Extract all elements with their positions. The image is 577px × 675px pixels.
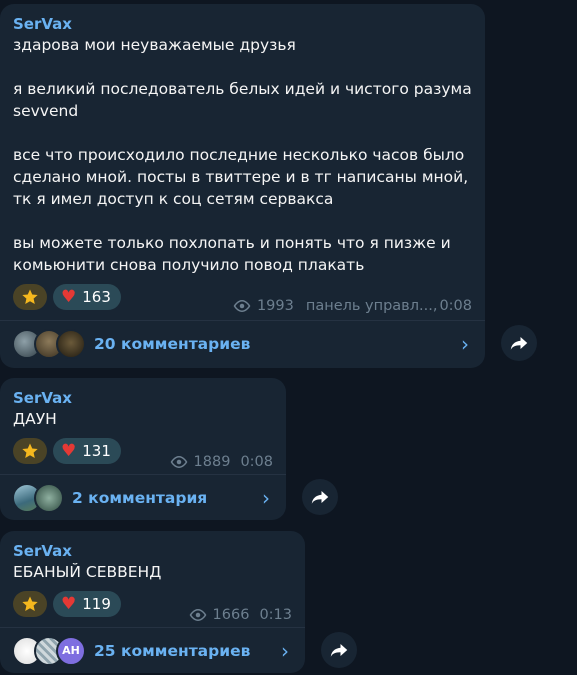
- view-count: 1993: [256, 298, 294, 314]
- reactions-row: ♥ 131 1889 0:08: [13, 438, 273, 470]
- comments-count-label: 25 комментариев: [94, 641, 251, 660]
- star-reaction[interactable]: [13, 591, 47, 617]
- post-time: 0:08: [240, 454, 273, 470]
- view-count: 1889: [193, 454, 231, 470]
- avatar: [34, 482, 64, 513]
- comments-button[interactable]: 2 комментария ›: [0, 475, 286, 520]
- post-text: ДАУН: [13, 410, 57, 428]
- share-button[interactable]: [302, 479, 338, 515]
- avatar: AH: [56, 635, 86, 666]
- reactions-row: ♥ 163 1993 панель управл..., 0:08: [13, 284, 472, 314]
- post-time: 0:08: [439, 298, 472, 314]
- post-time: 0:13: [259, 607, 292, 623]
- heart-reaction[interactable]: ♥ 163: [53, 284, 121, 310]
- post-author[interactable]: SerVax: [13, 14, 472, 34]
- commenter-avatars: [12, 329, 86, 359]
- post-text: здарова мои неуважаемые друзья я великий…: [13, 36, 472, 274]
- star-icon: [22, 289, 38, 304]
- comments-button[interactable]: AH 25 комментариев ›: [0, 628, 305, 673]
- reactions-row: ♥ 119 1666 0:13: [13, 591, 292, 623]
- comments-count-label: 2 комментария: [72, 488, 208, 507]
- star-reaction[interactable]: [13, 438, 47, 464]
- share-arrow-icon: [330, 644, 348, 657]
- share-button[interactable]: [321, 632, 357, 668]
- star-icon: [22, 596, 38, 611]
- channel-post: SerVax ДАУН ♥ 131 1889 0:08 2 комментари…: [0, 378, 286, 520]
- post-meta: 1666 0:13: [189, 607, 292, 623]
- chevron-right-icon: ›: [262, 485, 270, 510]
- share-arrow-icon: [311, 491, 329, 504]
- heart-icon: ♥: [61, 440, 77, 461]
- commenter-avatars: AH: [12, 635, 86, 666]
- heart-reaction[interactable]: ♥ 131: [53, 438, 121, 464]
- reaction-count: 163: [82, 288, 111, 306]
- post-meta: 1889 0:08: [170, 454, 273, 470]
- view-count: 1666: [212, 607, 250, 623]
- reaction-count: 131: [82, 442, 111, 460]
- channel-post: SerVax ЕБАНЫЙ СЕВВЕНД ♥ 119 1666 0:13 AH: [0, 531, 305, 673]
- avatar: [56, 329, 86, 359]
- avatar-initials: AH: [62, 644, 80, 657]
- eye-icon: [189, 609, 206, 621]
- post-meta: 1993 панель управл..., 0:08: [233, 298, 472, 314]
- share-arrow-icon: [510, 337, 528, 350]
- channel-post: SerVax здарова мои неуважаемые друзья я …: [0, 4, 485, 368]
- share-button[interactable]: [501, 325, 537, 361]
- commenter-avatars: [12, 482, 64, 513]
- chevron-right-icon: ›: [281, 638, 289, 663]
- post-signature: панель управл...,: [305, 298, 438, 314]
- star-icon: [22, 443, 38, 458]
- post-author[interactable]: SerVax: [13, 388, 273, 408]
- heart-icon: ♥: [61, 286, 77, 307]
- star-reaction[interactable]: [13, 284, 47, 310]
- reaction-count: 119: [82, 595, 111, 613]
- eye-icon: [170, 456, 187, 468]
- comments-button[interactable]: 20 комментариев ›: [0, 321, 485, 367]
- comments-count-label: 20 комментариев: [94, 335, 251, 353]
- eye-icon: [233, 300, 251, 312]
- heart-icon: ♥: [61, 593, 77, 614]
- post-text: ЕБАНЫЙ СЕВВЕНД: [13, 563, 162, 581]
- chevron-right-icon: ›: [461, 332, 469, 356]
- heart-reaction[interactable]: ♥ 119: [53, 591, 121, 617]
- post-author[interactable]: SerVax: [13, 541, 292, 561]
